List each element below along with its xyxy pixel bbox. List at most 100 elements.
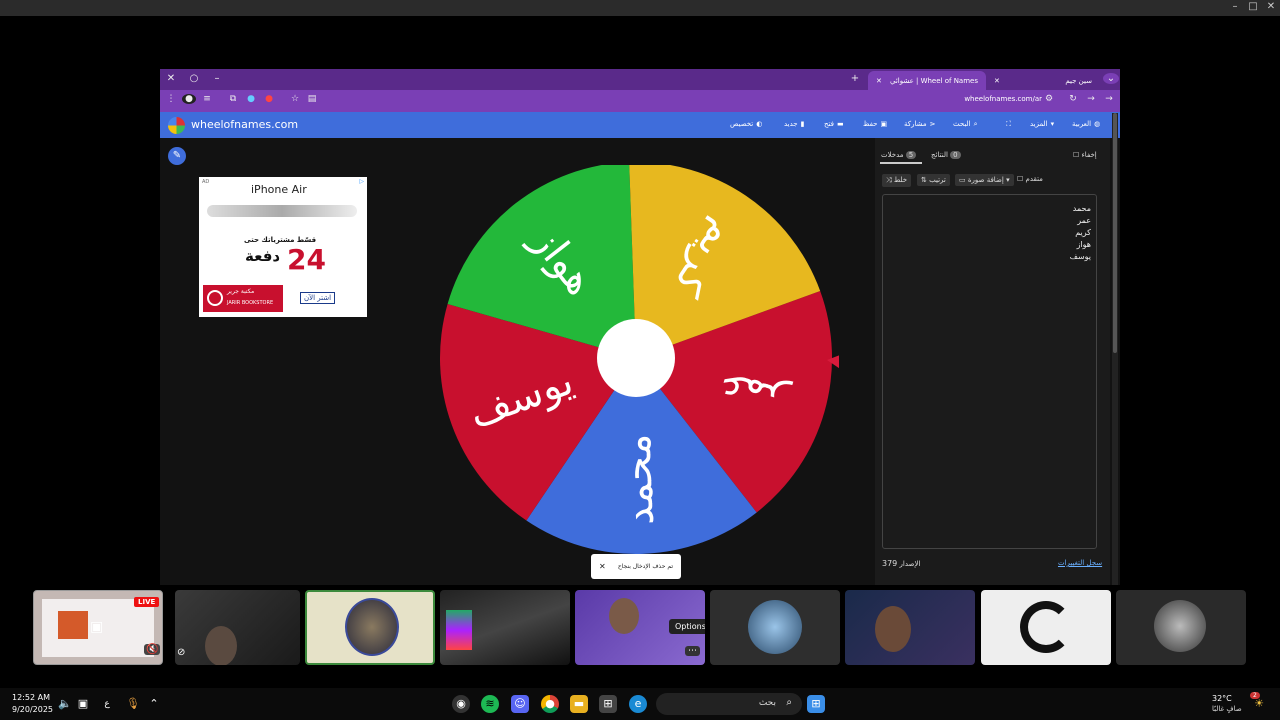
ad-choices-icon[interactable]: ▷ xyxy=(359,178,364,185)
chevron-up-icon[interactable]: ⌃ xyxy=(145,695,163,713)
notification-badge: 2 xyxy=(1250,692,1260,699)
sort-icon: ⇅ xyxy=(921,176,927,184)
tab-close-icon[interactable]: ✕ xyxy=(994,77,1000,85)
tab-seen-jeem[interactable]: سين جيم ✕ xyxy=(986,71,1100,90)
clock-time[interactable]: 12:52 AM xyxy=(12,693,50,702)
menu-icon[interactable]: ⋮ xyxy=(164,94,178,104)
extension-red-icon[interactable]: ● xyxy=(262,94,276,104)
tab-entries-label: مدخلات xyxy=(881,151,904,159)
profile-avatar[interactable]: ● xyxy=(182,94,196,104)
phone-image xyxy=(207,205,357,217)
obs-icon[interactable]: ◉ xyxy=(452,695,470,713)
chrome-icon[interactable]: ● xyxy=(541,695,559,713)
toast-close-button[interactable]: ✕ xyxy=(599,562,606,571)
volume-icon[interactable]: 🔈 xyxy=(56,695,74,713)
back-icon[interactable]: → xyxy=(1102,94,1116,104)
site-title[interactable]: wheelofnames.com xyxy=(191,118,298,131)
extension-blue-icon[interactable]: ● xyxy=(244,94,258,104)
participant-video xyxy=(205,626,237,665)
fullscreen-icon[interactable]: ⛶ xyxy=(1006,120,1011,129)
restore-icon[interactable]: ○ xyxy=(186,73,202,84)
minimize-icon[interactable]: – xyxy=(1225,1,1245,12)
tab-wheel-of-names[interactable]: Wheel of Names | عشوائي ✕ xyxy=(868,71,986,90)
browser-window: ✕ ○ – + Wheel of Names | عشوائي ✕ سين جي… xyxy=(160,69,1120,585)
add-image-button[interactable]: ▾ إضافة صورة ▭ xyxy=(955,174,1014,186)
participant-tile-5[interactable]: Options ⋯ xyxy=(575,590,705,665)
muted-icon[interactable]: 🔇 xyxy=(144,644,161,655)
clock-date[interactable]: 9/20/2025 xyxy=(12,705,53,714)
wheel-logo-icon[interactable] xyxy=(168,117,185,134)
puzzle-icon[interactable]: ⧉ xyxy=(226,94,240,104)
forward-icon[interactable]: → xyxy=(1084,94,1098,104)
search-placeholder: بحث xyxy=(758,698,776,708)
chevron-down-icon: ▾ xyxy=(1050,120,1055,128)
close-window-icon[interactable]: ✕ xyxy=(163,73,179,84)
advanced-checkbox[interactable]: متقدم ☐ xyxy=(1017,175,1043,183)
search-icon: ⌕ xyxy=(786,697,792,708)
menu-more[interactable]: ▾ المزيد xyxy=(1030,120,1054,128)
tab-close-icon[interactable]: ✕ xyxy=(876,77,882,85)
edge-icon[interactable]: e xyxy=(629,695,647,713)
menu-search[interactable]: ⌕ البحث xyxy=(953,120,978,129)
site-settings-icon[interactable]: ⚙ xyxy=(1042,94,1056,104)
windows-start-icon[interactable]: ⊞ xyxy=(807,695,825,713)
wheel-spinner[interactable]: عمرمحمديوسفهواز كريم xyxy=(439,165,839,565)
microphone-icon[interactable]: 🎙 xyxy=(124,695,142,713)
store-icon[interactable]: ⊞ xyxy=(599,695,617,713)
participant-tile-6[interactable] xyxy=(710,590,840,665)
menu-label: مشاركة xyxy=(904,120,927,128)
edit-pencil-icon[interactable]: ✎ xyxy=(168,147,186,165)
ad-cta-button[interactable]: اشتر الآن xyxy=(300,292,336,304)
participant-tile-3[interactable] xyxy=(305,590,435,665)
address-bar[interactable]: wheelofnames.com/ar xyxy=(964,95,1042,103)
participant-tile-stream[interactable]: ▣ LIVE 🔇 xyxy=(33,590,163,665)
menu-open[interactable]: ▬ فتح xyxy=(824,120,844,128)
weather-desc[interactable]: صافٍ غالبًا xyxy=(1212,705,1242,713)
reload-icon[interactable]: ↻ xyxy=(1066,94,1080,104)
close-icon[interactable]: ✕ xyxy=(1261,1,1280,12)
entries-textarea[interactable]: محمد عمر كريم هواز يوسف xyxy=(882,194,1097,549)
page-scrollbar[interactable] xyxy=(1112,113,1118,585)
scrollbar-thumb[interactable] xyxy=(1113,113,1117,353)
sort-button[interactable]: ترتيب ⇅ xyxy=(917,174,950,186)
file-explorer-icon[interactable]: ▬ xyxy=(570,695,588,713)
new-tab-button[interactable]: + xyxy=(847,73,863,84)
tab-entries[interactable]: 5 مدخلات xyxy=(881,151,917,159)
maximize-icon[interactable]: □ xyxy=(1243,1,1263,12)
bookmark-star-icon[interactable]: ☆ xyxy=(288,94,302,104)
camera-off-icon: ⊘ xyxy=(177,647,186,658)
entry-line: كريم xyxy=(1075,228,1091,237)
menu-customize[interactable]: ◐ تخصيص xyxy=(730,120,762,128)
menu-save[interactable]: ▣ حفظ xyxy=(863,120,887,128)
hide-checkbox[interactable]: إخفاء ☐ xyxy=(1073,151,1097,159)
taskbar-search[interactable]: ⌕ بحث xyxy=(656,693,802,715)
minimize-window-icon[interactable]: – xyxy=(209,73,225,84)
changelog-link[interactable]: سجل التغييرات xyxy=(1058,559,1102,567)
menu-new[interactable]: ▮ جديد xyxy=(784,120,804,128)
globe-icon: ◍ xyxy=(1094,120,1101,128)
participant-tile-2[interactable]: ⊘ xyxy=(175,590,300,665)
tab-results[interactable]: 0 النتائج xyxy=(931,151,961,159)
shuffle-button[interactable]: خلط ⤨ xyxy=(882,174,912,187)
screen-share-icon: ▣ xyxy=(90,619,104,635)
more-options-icon[interactable]: ⋯ xyxy=(685,646,700,656)
participant-tile-7[interactable] xyxy=(845,590,975,665)
reader-icon[interactable]: ▤ xyxy=(305,94,319,104)
language-indicator[interactable]: ع xyxy=(98,695,116,713)
tab-search-icon[interactable]: ⌄ xyxy=(1103,73,1119,84)
brand-ar: مكتبة جرير xyxy=(227,288,255,295)
network-icon[interactable]: ▣ xyxy=(74,695,92,713)
participant-tile-9[interactable] xyxy=(1116,590,1246,665)
spotify-icon[interactable]: ≋ xyxy=(481,695,499,713)
participant-video xyxy=(875,606,911,652)
wheel-center[interactable] xyxy=(597,319,675,397)
weather-temp[interactable]: 32°C xyxy=(1212,694,1232,703)
discord-icon[interactable]: ☺ xyxy=(511,695,529,713)
advertisement[interactable]: AD ▷ iPhone Air قسّط مشترياتك حتى 24 دفع… xyxy=(199,177,367,317)
participant-tile-8[interactable] xyxy=(981,590,1111,665)
participant-tile-4[interactable] xyxy=(440,590,570,665)
extension-icon[interactable]: ≡ xyxy=(200,94,214,104)
menu-language[interactable]: ◍ العربية xyxy=(1072,120,1100,128)
menu-share[interactable]: ⋖ مشاركة xyxy=(904,120,935,128)
sort-label: ترتيب xyxy=(929,176,946,184)
